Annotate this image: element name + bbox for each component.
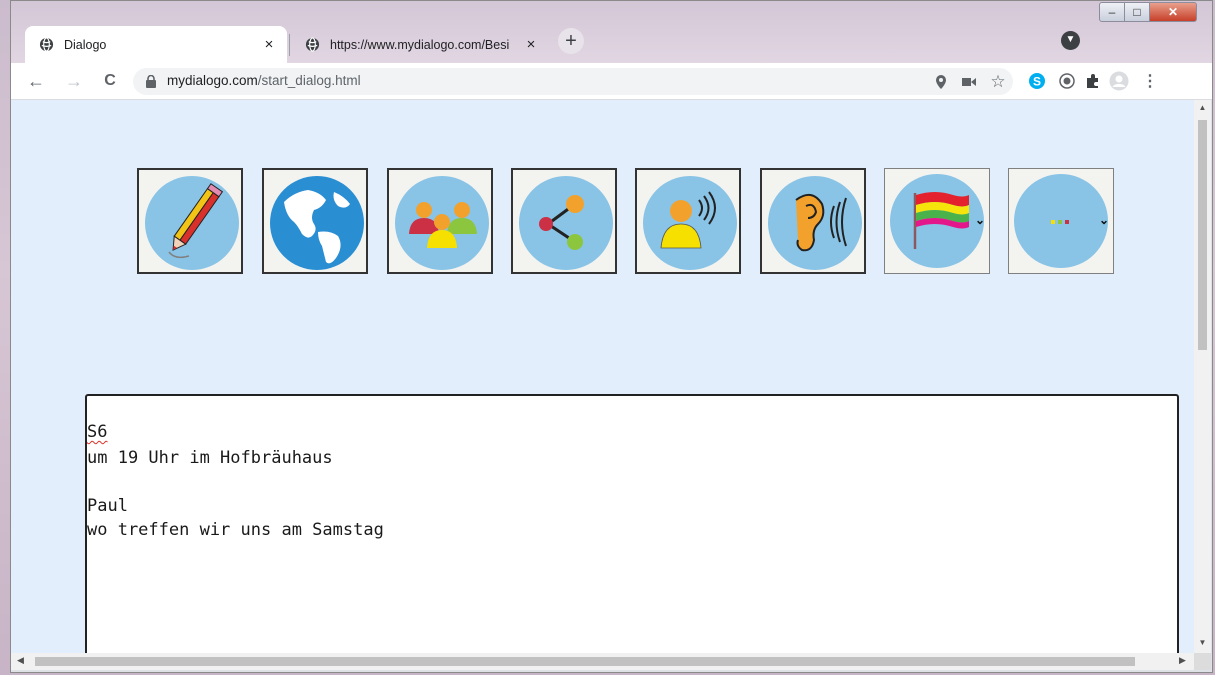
group-icon xyxy=(409,202,477,248)
lock-icon xyxy=(146,75,156,88)
maximize-button[interactable]: □ xyxy=(1124,2,1150,22)
address-bar[interactable]: mydialogo.com/start_dialog.html ☆ xyxy=(133,68,1013,95)
url-path: /start_dialog.html xyxy=(257,73,361,88)
forward-button[interactable]: → xyxy=(63,70,85,92)
chevron-down-icon[interactable]: ⌄ xyxy=(1099,213,1109,227)
scroll-down-icon[interactable]: ▼ xyxy=(1194,638,1211,647)
pencil-button[interactable] xyxy=(137,168,243,274)
location-icon[interactable] xyxy=(931,72,951,92)
page-content: ⌄ ⌄ S6 um 19 Uhr im Hofbräuhaus Paul wo … xyxy=(11,100,1194,653)
vertical-scrollbar[interactable]: ▲ ▼ xyxy=(1194,100,1211,653)
browser-toolbar: ← → C mydialogo.com/start_dialog.html ☆ … xyxy=(11,63,1212,100)
scrollbar-corner xyxy=(1194,653,1211,670)
share-icon xyxy=(539,195,584,250)
dialog-line: Paul xyxy=(87,496,128,516)
download-icon[interactable]: ▼ xyxy=(1061,31,1080,50)
globe-button[interactable] xyxy=(262,168,368,274)
tab-close-icon[interactable]: × xyxy=(261,36,277,53)
puzzle-icon[interactable] xyxy=(1083,71,1103,91)
speak-button[interactable] xyxy=(635,168,741,274)
profile-icon[interactable] xyxy=(1109,71,1129,91)
close-window-button[interactable]: ✕ xyxy=(1149,2,1197,22)
ear-icon xyxy=(795,193,847,252)
tab-strip: Dialogo × https://www.mydialogo.com/Besi… xyxy=(11,1,1212,63)
dialog-line: um 19 Uhr im Hofbräuhaus xyxy=(87,448,333,468)
tab-dialogo[interactable]: Dialogo × xyxy=(25,26,287,63)
dialog-line: wo treffen wir uns am Samstag xyxy=(87,520,384,540)
url-host: mydialogo.com xyxy=(167,73,258,88)
speaker-person-icon xyxy=(660,191,716,249)
scroll-left-icon[interactable]: ◀ xyxy=(17,655,24,666)
extension-icon[interactable] xyxy=(1057,71,1077,91)
globe-icon xyxy=(270,176,364,270)
pencil-icon xyxy=(168,183,224,259)
star-icon[interactable]: ☆ xyxy=(988,72,1008,92)
share-button[interactable] xyxy=(511,168,617,274)
language-flag-button[interactable]: ⌄ xyxy=(884,168,990,274)
back-button[interactable]: ← xyxy=(25,70,47,92)
group-button[interactable] xyxy=(387,168,493,274)
tab-mydialogo[interactable]: https://www.mydialogo.com/Besi × xyxy=(291,26,549,63)
tab-separator xyxy=(289,34,290,56)
skype-icon[interactable]: S xyxy=(1027,71,1047,91)
new-tab-button[interactable]: + xyxy=(558,28,584,54)
globe-favicon-icon xyxy=(305,37,320,52)
browser-window: Dialogo × https://www.mydialogo.com/Besi… xyxy=(10,0,1213,673)
dialog-line: S6 xyxy=(87,422,108,442)
chevron-down-icon[interactable]: ⌄ xyxy=(975,213,985,227)
url-text: mydialogo.com/start_dialog.html xyxy=(167,73,361,88)
vertical-scroll-thumb[interactable] xyxy=(1198,120,1207,350)
listen-button[interactable] xyxy=(760,168,866,274)
tab-title: https://www.mydialogo.com/Besi xyxy=(330,37,510,52)
tab-title: Dialogo xyxy=(64,37,107,52)
horizontal-scrollbar[interactable]: ◀ ▶ xyxy=(11,653,1194,670)
globe-favicon-icon xyxy=(39,37,54,52)
scroll-up-icon[interactable]: ▲ xyxy=(1194,103,1211,112)
reload-button[interactable]: C xyxy=(99,70,121,92)
dialog-textarea[interactable]: S6 um 19 Uhr im Hofbräuhaus Paul wo tref… xyxy=(85,394,1179,653)
more-options-button[interactable]: ⌄ xyxy=(1008,168,1114,274)
svg-text:S: S xyxy=(1033,75,1041,89)
camera-icon[interactable] xyxy=(959,72,979,92)
horizontal-scroll-thumb[interactable] xyxy=(35,657,1135,666)
tab-close-icon[interactable]: × xyxy=(523,36,539,53)
minimize-button[interactable]: – xyxy=(1099,2,1125,22)
scroll-right-icon[interactable]: ▶ xyxy=(1179,655,1186,666)
menu-icon[interactable]: ⋮ xyxy=(1140,71,1160,91)
